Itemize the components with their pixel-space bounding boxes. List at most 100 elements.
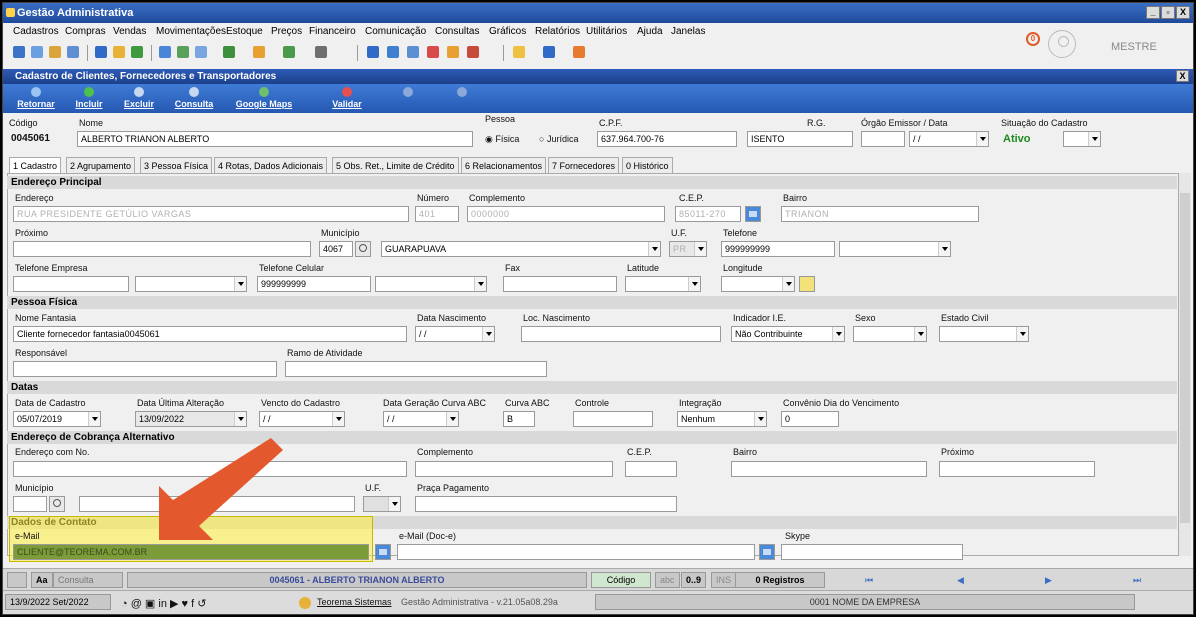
minimize-button[interactable]: _ <box>1146 6 1160 19</box>
excluir-button[interactable]: Excluir <box>119 84 159 113</box>
validar-button[interactable]: Validar <box>325 84 369 113</box>
email-input[interactable]: CLIENTE@TEOREMA.COM.BR <box>13 544 369 560</box>
toolbar-icon-8[interactable] <box>159 46 171 58</box>
toolbar-icon-3[interactable] <box>49 46 61 58</box>
cobranca-uf-select[interactable] <box>363 496 401 512</box>
menu-precos[interactable]: Preços <box>271 26 302 37</box>
telefone-type-select[interactable] <box>839 241 951 257</box>
cep-lookup-button[interactable] <box>745 206 761 222</box>
menu-comunicacao[interactable]: Comunicação <box>365 26 426 37</box>
pessoa-juridica-radio[interactable]: ○ Jurídica <box>539 134 578 144</box>
scrollbar-thumb[interactable] <box>1180 193 1190 523</box>
controle-input[interactable] <box>573 411 653 427</box>
telefone-empresa-type-select[interactable] <box>135 276 247 292</box>
toolbar-icon-6[interactable] <box>113 46 125 58</box>
toolbar-icon-10[interactable] <box>195 46 207 58</box>
tab-historico[interactable]: 0 Histórico <box>622 157 673 173</box>
indicador-ie-select[interactable]: Não Contribuinte <box>731 326 845 342</box>
tab-fornecedores[interactable]: 7 Fornecedores <box>548 157 620 173</box>
social-icons[interactable]: ◔ @ ▣ in ▶ ♥ f ↺ <box>121 597 206 610</box>
municipio-select[interactable]: GUARAPUAVA <box>381 241 661 257</box>
toolbar-icon-12[interactable] <box>253 46 265 58</box>
tab-pessoa-fisica[interactable]: 3 Pessoa Física <box>140 157 213 173</box>
menu-movimentacoes[interactable]: Movimentações <box>156 26 226 37</box>
next-record-button[interactable]: ▶ <box>1045 575 1052 586</box>
previous-record-button[interactable]: ◀ <box>957 575 964 586</box>
google-maps-button[interactable]: Google Maps <box>229 84 299 113</box>
confirm-button[interactable] <box>393 84 423 113</box>
telefone-input[interactable]: 999999999 <box>721 241 835 257</box>
data-curva-abc-select[interactable]: / / <box>383 411 459 427</box>
orgao-emissor-input[interactable] <box>861 131 905 147</box>
telefone-celular-type-select[interactable] <box>375 276 487 292</box>
menu-ajuda[interactable]: Ajuda <box>637 26 663 37</box>
sexo-select[interactable] <box>853 326 927 342</box>
curva-abc-input[interactable]: B <box>503 411 535 427</box>
consulta-search-field[interactable]: Consulta <box>53 572 123 588</box>
integracao-select[interactable]: Nenhum <box>677 411 767 427</box>
toolbar-icon-19[interactable] <box>447 46 459 58</box>
close-button[interactable]: X <box>1176 6 1190 19</box>
email-send-icon[interactable] <box>375 544 391 560</box>
estado-civil-select[interactable] <box>939 326 1029 342</box>
toolbar-icon-13[interactable] <box>283 46 295 58</box>
endereco-input[interactable]: RUA PRESIDENTE GETÚLIO VARGAS <box>13 206 409 222</box>
longitude-select[interactable] <box>721 276 795 292</box>
situacao-select[interactable] <box>1063 131 1101 147</box>
menu-cadastros[interactable]: Cadastros <box>13 26 59 37</box>
toolbar-icon-16[interactable] <box>387 46 399 58</box>
form-close-button[interactable]: X <box>1176 70 1189 82</box>
nome-input[interactable]: ALBERTO TRIANON ALBERTO <box>77 131 473 147</box>
cobranca-municipio-code-input[interactable] <box>13 496 47 512</box>
incluir-button[interactable]: Incluir <box>69 84 109 113</box>
complemento-input[interactable]: 0000000 <box>467 206 665 222</box>
tab-rotas[interactable]: 4 Rotas, Dados Adicionais <box>214 157 328 173</box>
latitude-select[interactable] <box>625 276 701 292</box>
convenio-stepper[interactable]: 0 <box>781 411 839 427</box>
retornar-button[interactable]: Retornar <box>11 84 61 113</box>
uf-select[interactable]: PR <box>669 241 707 257</box>
bairro-input[interactable]: TRIANON <box>781 206 979 222</box>
numeric-mode-indicator[interactable]: 0..9 <box>681 572 707 588</box>
cobranca-complemento-input[interactable] <box>415 461 613 477</box>
menu-janelas[interactable]: Janelas <box>671 26 705 37</box>
keyboard-icon[interactable] <box>7 572 27 588</box>
data-nascimento-select[interactable]: / / <box>415 326 495 342</box>
tab-agrupamento[interactable]: 2 Agrupamento <box>66 157 136 173</box>
toolbar-icon-11[interactable] <box>223 46 235 58</box>
tab-relacionamentos[interactable]: 6 Relacionamentos <box>461 157 547 173</box>
toolbar-icon-22[interactable] <box>543 46 555 58</box>
menu-financeiro[interactable]: Financeiro <box>309 26 356 37</box>
toolbar-icon-1[interactable] <box>13 46 25 58</box>
ramo-atividade-input[interactable] <box>285 361 547 377</box>
maximize-button[interactable]: ▫ <box>1161 6 1175 19</box>
company-link[interactable]: Teorema Sistemas <box>317 597 392 607</box>
email-doc-send-icon[interactable] <box>759 544 775 560</box>
numero-input[interactable]: 401 <box>415 206 459 222</box>
rg-input[interactable]: ISENTO <box>747 131 853 147</box>
pessoa-fisica-radio[interactable]: ◉ Física <box>485 134 519 145</box>
toolbar-icon-4[interactable] <box>67 46 79 58</box>
toolbar-icon-17[interactable] <box>407 46 419 58</box>
toolbar-icon-5[interactable] <box>95 46 107 58</box>
toolbar-icon-9[interactable] <box>177 46 189 58</box>
cep-input[interactable]: 85011-270 <box>675 206 741 222</box>
vencto-cadastro-select[interactable]: / / <box>259 411 345 427</box>
toolbar-icon-2[interactable] <box>31 46 43 58</box>
nome-fantasia-input[interactable]: Cliente fornecedor fantasia0045061 <box>13 326 407 342</box>
menu-vendas[interactable]: Vendas <box>113 26 146 37</box>
municipio-code-input[interactable]: 4067 <box>319 241 353 257</box>
praca-pagamento-input[interactable] <box>415 496 677 512</box>
case-toggle-button[interactable]: Aa <box>31 572 53 588</box>
menu-graficos[interactable]: Gráficos <box>489 26 526 37</box>
menu-consultas[interactable]: Consultas <box>435 26 479 37</box>
skype-input[interactable] <box>781 544 963 560</box>
menu-estoque[interactable]: Estoque <box>226 26 263 37</box>
toolbar-icon-20[interactable] <box>467 46 479 58</box>
consulta-button[interactable]: Consulta <box>169 84 219 113</box>
cobranca-municipio-search-icon[interactable] <box>49 496 65 512</box>
abc-mode-indicator[interactable]: abc <box>655 572 680 588</box>
cobranca-proximo-input[interactable] <box>939 461 1095 477</box>
last-record-button[interactable]: ⏭ <box>1133 575 1141 586</box>
codigo-order-button[interactable]: Código <box>591 572 651 588</box>
